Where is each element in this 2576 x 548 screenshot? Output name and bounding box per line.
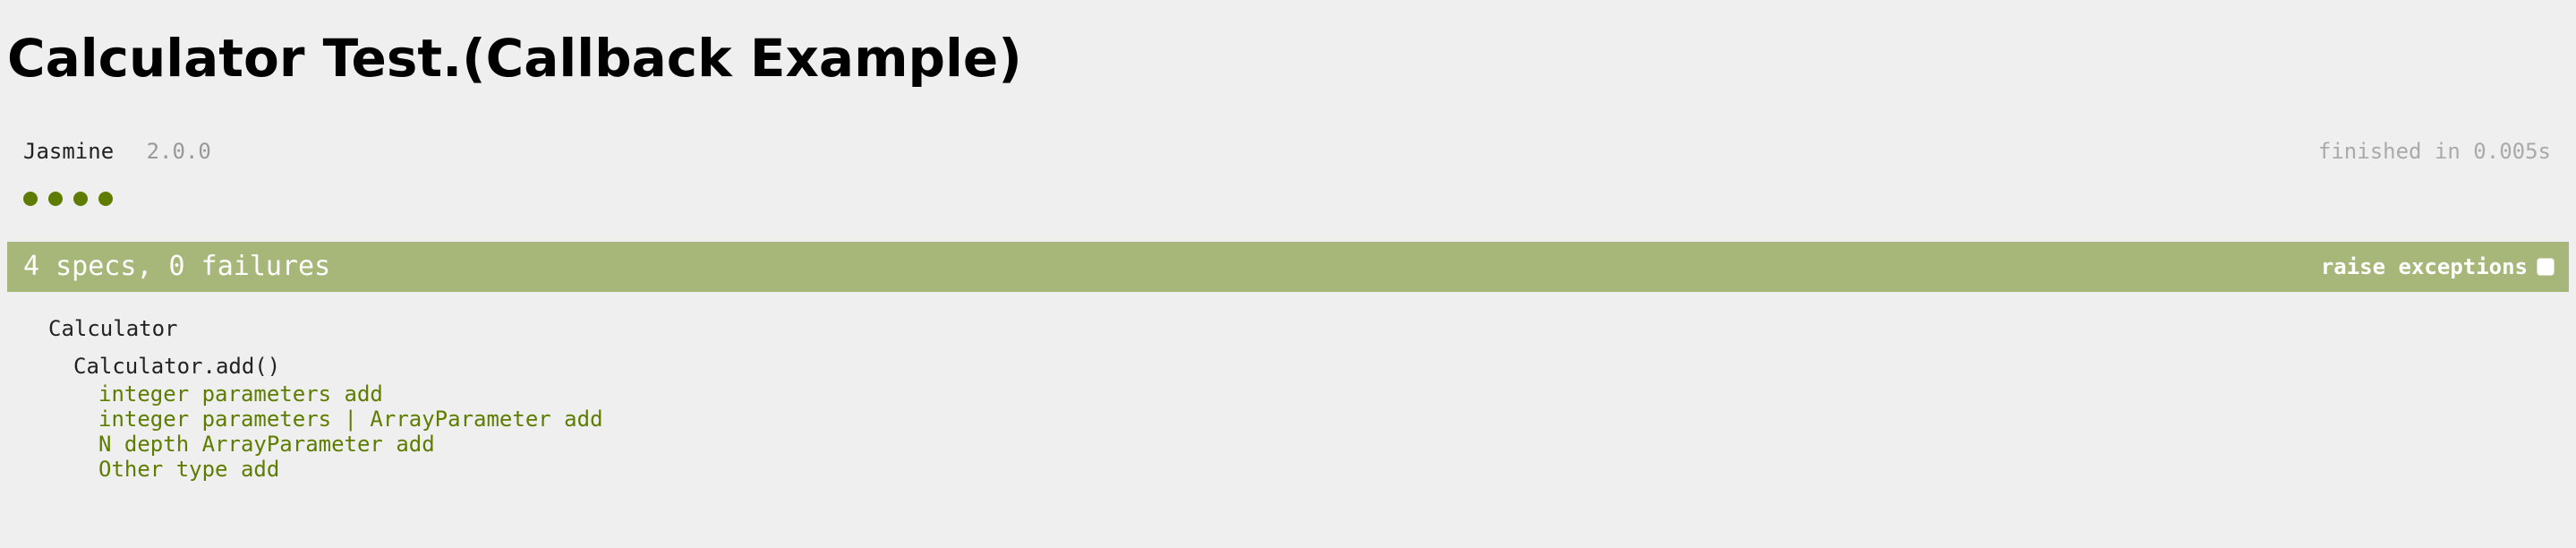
sub-suite-name[interactable]: Calculator.add() [73, 351, 603, 381]
passed-spec-dot-icon[interactable] [98, 192, 113, 206]
raise-exceptions-label: raise exceptions [2320, 254, 2528, 279]
passed-spec-dot-icon[interactable] [73, 192, 88, 206]
jasmine-title: Jasmine [23, 139, 115, 164]
sub-suite: Calculator.add() integer parameters add … [73, 351, 603, 482]
overall-result-bar: 4 specs, 0 failures raise exceptions [7, 242, 2569, 292]
spec-results: Calculator Calculator.add() integer para… [48, 313, 603, 482]
spec-item[interactable]: N depth ArrayParameter add [98, 432, 603, 457]
passed-spec-dot-icon[interactable] [23, 192, 38, 206]
spec-item[interactable]: integer parameters add [98, 381, 603, 407]
raise-exceptions-toggle[interactable]: raise exceptions [2321, 242, 2555, 292]
run-duration: finished in 0.005s [2317, 139, 2551, 164]
spec-list: integer parameters add integer parameter… [98, 381, 603, 482]
overall-result-text: 4 specs, 0 failures [23, 251, 331, 282]
raise-exceptions-checkbox[interactable] [2537, 258, 2555, 276]
page-title: Calculator Test.(Callback Example) [7, 28, 1022, 89]
passed-spec-dot-icon[interactable] [48, 192, 63, 206]
suite-name[interactable]: Calculator [48, 313, 603, 344]
spec-item[interactable]: integer parameters | ArrayParameter add [98, 407, 603, 432]
spec-item[interactable]: Other type add [98, 457, 603, 482]
symbol-summary [23, 192, 113, 206]
jasmine-version: 2.0.0 [146, 139, 211, 164]
jasmine-banner: Jasmine 2.0.0 finished in 0.005s [23, 136, 2551, 167]
